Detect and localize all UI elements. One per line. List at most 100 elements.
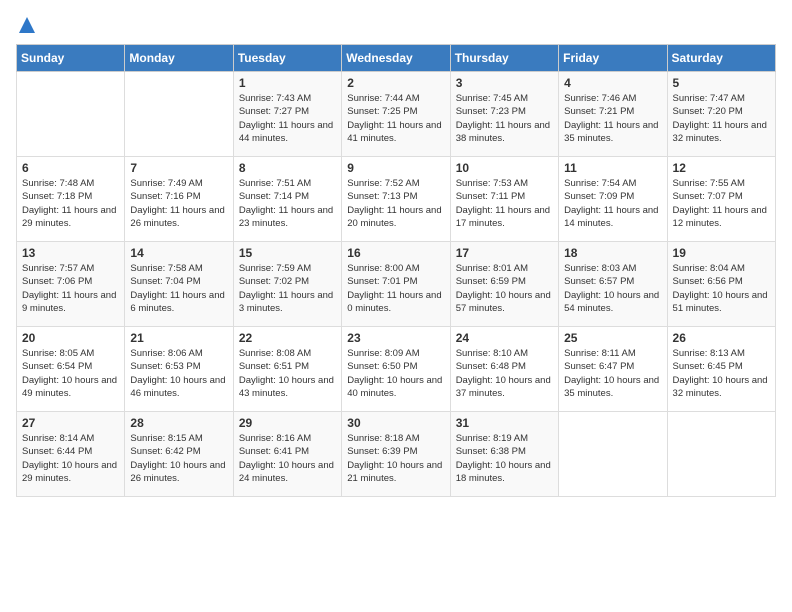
calendar-day-cell: 13Sunrise: 7:57 AM Sunset: 7:06 PM Dayli… [17,242,125,327]
day-info: Sunrise: 7:49 AM Sunset: 7:16 PM Dayligh… [130,177,227,230]
calendar-day-cell [17,72,125,157]
day-number: 21 [130,331,227,345]
calendar-week-row: 20 Sunrise: 8:05 AM Sunset: 6:54 PM Dayli… [17,327,776,412]
day-info: Sunrise: 8:00 AM Sunset: 7:01 PM Dayligh… [347,262,444,315]
calendar-day-cell: 1Sunrise: 7:43 AM Sunset: 7:27 PM Daylig… [233,72,341,157]
calendar-body: 1Sunrise: 7:43 AM Sunset: 7:27 PM Daylig… [17,72,776,497]
calendar-day-cell: 15 Sunrise: 7:59 AM Sunset: 7:02 PM Dayli… [233,242,341,327]
calendar-day-cell: 14 Sunrise: 7:58 AM Sunset: 7:04 PM Dayli… [125,242,233,327]
day-info: Sunrise: 7:51 AM Sunset: 7:14 PM Dayligh… [239,177,336,230]
day-info: Sunrise: 8:13 AM Sunset: 6:45 PM Dayligh… [673,347,770,400]
day-number: 12 [673,161,770,175]
day-number: 27 [22,416,119,430]
day-info: Sunrise: 8:19 AM Sunset: 6:38 PM Dayligh… [456,432,553,485]
calendar-day-cell: 3 Sunrise: 7:45 AM Sunset: 7:23 PM Daylig… [450,72,558,157]
day-info: Sunrise: 8:15 AM Sunset: 6:42 PM Dayligh… [130,432,227,485]
calendar-day-cell: 12 Sunrise: 7:55 AM Sunset: 7:07 PM Dayli… [667,157,775,242]
day-number: 6 [22,161,119,175]
day-info: Sunrise: 8:18 AM Sunset: 6:39 PM Dayligh… [347,432,444,485]
logo-icon [18,16,36,34]
calendar-week-row: 27 Sunrise: 8:14 AM Sunset: 6:44 PM Dayli… [17,412,776,497]
day-info: Sunrise: 7:58 AM Sunset: 7:04 PM Dayligh… [130,262,227,315]
day-number: 24 [456,331,553,345]
day-number: 23 [347,331,444,345]
weekday-header-row: SundayMondayTuesdayWednesdayThursdayFrid… [17,45,776,72]
calendar-day-cell: 4 Sunrise: 7:46 AM Sunset: 7:21 PM Daylig… [559,72,667,157]
calendar-day-cell: 10 Sunrise: 7:53 AM Sunset: 7:11 PM Dayli… [450,157,558,242]
calendar-day-cell: 16 Sunrise: 8:00 AM Sunset: 7:01 PM Dayli… [342,242,450,327]
day-info: Sunrise: 8:03 AM Sunset: 6:57 PM Dayligh… [564,262,661,315]
calendar-day-cell: 9 Sunrise: 7:52 AM Sunset: 7:13 PM Daylig… [342,157,450,242]
day-info: Sunrise: 8:16 AM Sunset: 6:41 PM Dayligh… [239,432,336,485]
weekday-header-cell: Saturday [667,45,775,72]
day-number: 2 [347,76,444,90]
day-info: Sunrise: 7:45 AM Sunset: 7:23 PM Dayligh… [456,92,553,145]
calendar-day-cell [125,72,233,157]
calendar-week-row: 13Sunrise: 7:57 AM Sunset: 7:06 PM Dayli… [17,242,776,327]
day-info: Sunrise: 7:55 AM Sunset: 7:07 PM Dayligh… [673,177,770,230]
day-number: 20 [22,331,119,345]
day-number: 16 [347,246,444,260]
weekday-header-cell: Wednesday [342,45,450,72]
calendar-day-cell: 18 Sunrise: 8:03 AM Sunset: 6:57 PM Dayli… [559,242,667,327]
day-info: Sunrise: 8:01 AM Sunset: 6:59 PM Dayligh… [456,262,553,315]
calendar-week-row: 1Sunrise: 7:43 AM Sunset: 7:27 PM Daylig… [17,72,776,157]
weekday-header-cell: Tuesday [233,45,341,72]
day-info: Sunrise: 8:04 AM Sunset: 6:56 PM Dayligh… [673,262,770,315]
calendar-day-cell: 7 Sunrise: 7:49 AM Sunset: 7:16 PM Daylig… [125,157,233,242]
day-info: Sunrise: 8:05 AM Sunset: 6:54 PM Dayligh… [22,347,119,400]
calendar-day-cell: 25 Sunrise: 8:11 AM Sunset: 6:47 PM Dayli… [559,327,667,412]
day-info: Sunrise: 8:06 AM Sunset: 6:53 PM Dayligh… [130,347,227,400]
day-number: 29 [239,416,336,430]
day-info: Sunrise: 7:48 AM Sunset: 7:18 PM Dayligh… [22,177,119,230]
calendar-day-cell [667,412,775,497]
calendar-day-cell: 20 Sunrise: 8:05 AM Sunset: 6:54 PM Dayli… [17,327,125,412]
day-number: 17 [456,246,553,260]
day-number: 26 [673,331,770,345]
day-number: 3 [456,76,553,90]
day-info: Sunrise: 8:08 AM Sunset: 6:51 PM Dayligh… [239,347,336,400]
weekday-header-cell: Sunday [17,45,125,72]
calendar-day-cell: 27 Sunrise: 8:14 AM Sunset: 6:44 PM Dayli… [17,412,125,497]
calendar-day-cell: 17 Sunrise: 8:01 AM Sunset: 6:59 PM Dayli… [450,242,558,327]
day-info: Sunrise: 7:53 AM Sunset: 7:11 PM Dayligh… [456,177,553,230]
calendar-day-cell: 6 Sunrise: 7:48 AM Sunset: 7:18 PM Daylig… [17,157,125,242]
day-info: Sunrise: 7:46 AM Sunset: 7:21 PM Dayligh… [564,92,661,145]
day-info: Sunrise: 7:59 AM Sunset: 7:02 PM Dayligh… [239,262,336,315]
calendar-day-cell: 8 Sunrise: 7:51 AM Sunset: 7:14 PM Daylig… [233,157,341,242]
day-info: Sunrise: 7:43 AM Sunset: 7:27 PM Dayligh… [239,92,336,145]
day-info: Sunrise: 8:10 AM Sunset: 6:48 PM Dayligh… [456,347,553,400]
day-number: 28 [130,416,227,430]
calendar-day-cell [559,412,667,497]
page-header [16,16,776,34]
day-info: Sunrise: 7:57 AM Sunset: 7:06 PM Dayligh… [22,262,119,315]
calendar-day-cell: 5Sunrise: 7:47 AM Sunset: 7:20 PM Daylig… [667,72,775,157]
day-info: Sunrise: 8:09 AM Sunset: 6:50 PM Dayligh… [347,347,444,400]
calendar-day-cell: 23 Sunrise: 8:09 AM Sunset: 6:50 PM Dayli… [342,327,450,412]
day-number: 18 [564,246,661,260]
weekday-header-cell: Friday [559,45,667,72]
day-info: Sunrise: 8:14 AM Sunset: 6:44 PM Dayligh… [22,432,119,485]
calendar-day-cell: 19 Sunrise: 8:04 AM Sunset: 6:56 PM Dayli… [667,242,775,327]
day-number: 8 [239,161,336,175]
day-info: Sunrise: 7:52 AM Sunset: 7:13 PM Dayligh… [347,177,444,230]
day-info: Sunrise: 8:11 AM Sunset: 6:47 PM Dayligh… [564,347,661,400]
day-number: 7 [130,161,227,175]
day-number: 14 [130,246,227,260]
calendar-day-cell: 30Sunrise: 8:18 AM Sunset: 6:39 PM Dayli… [342,412,450,497]
day-number: 9 [347,161,444,175]
day-number: 25 [564,331,661,345]
day-number: 22 [239,331,336,345]
day-number: 19 [673,246,770,260]
day-number: 11 [564,161,661,175]
weekday-header-cell: Monday [125,45,233,72]
day-info: Sunrise: 7:47 AM Sunset: 7:20 PM Dayligh… [673,92,770,145]
calendar-day-cell: 24 Sunrise: 8:10 AM Sunset: 6:48 PM Dayli… [450,327,558,412]
calendar-day-cell: 29 Sunrise: 8:16 AM Sunset: 6:41 PM Dayli… [233,412,341,497]
day-info: Sunrise: 7:54 AM Sunset: 7:09 PM Dayligh… [564,177,661,230]
day-number: 4 [564,76,661,90]
day-number: 15 [239,246,336,260]
day-number: 10 [456,161,553,175]
day-number: 31 [456,416,553,430]
calendar-day-cell: 22 Sunrise: 8:08 AM Sunset: 6:51 PM Dayli… [233,327,341,412]
